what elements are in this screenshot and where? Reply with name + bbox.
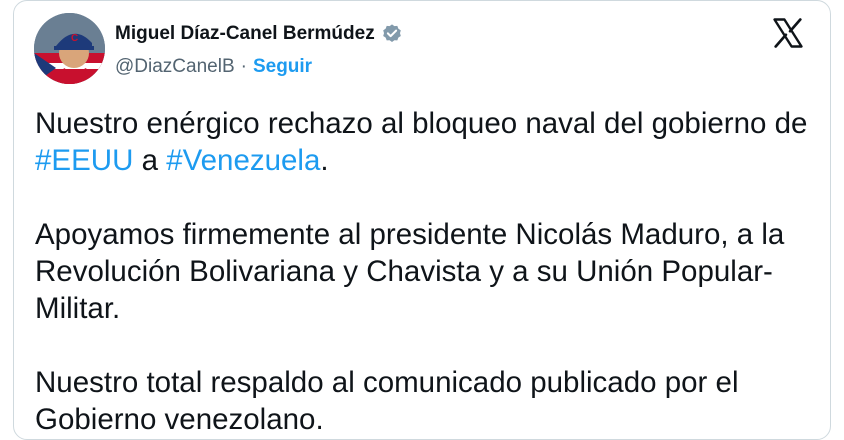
tweet-paragraph-2: Apoyamos firmemente al presidente Nicolá… — [35, 218, 785, 325]
tweet-paragraph-1: Nuestro enérgico rechazo al bloqueo nava… — [35, 105, 825, 179]
tweet-body: Nuestro enérgico rechazo al bloqueo nava… — [35, 105, 825, 438]
author-name-row: Miguel Díaz-Canel Bermúdez — [115, 21, 403, 47]
tweet-text-segment: . — [320, 144, 329, 177]
svg-text:C: C — [71, 33, 78, 44]
avatar-image: C — [34, 13, 105, 84]
author-display-name[interactable]: Miguel Díaz-Canel Bermúdez — [115, 23, 375, 45]
hashtag-link-eeuu[interactable]: #EEUU — [35, 144, 133, 177]
author-handle-row: @DiazCanelB · Seguir — [115, 56, 312, 78]
tweet-text-segment: a — [133, 144, 167, 177]
author-handle[interactable]: @DiazCanelB — [115, 56, 235, 78]
hashtag-link-venezuela[interactable]: #Venezuela — [166, 144, 320, 177]
avatar[interactable]: C — [34, 13, 105, 84]
x-logo-icon[interactable] — [770, 15, 806, 51]
separator-dot: · — [240, 56, 247, 77]
tweet-text-segment: Nuestro enérgico rechazo al bloqueo nava… — [35, 107, 808, 140]
follow-button[interactable]: Seguir — [253, 56, 312, 78]
verified-badge-icon — [381, 23, 403, 45]
tweet-card: C Miguel Díaz-Canel Bermúdez @DiazCanelB… — [13, 0, 831, 440]
tweet-paragraph-3: Nuestro total respaldo al comunicado pub… — [35, 366, 739, 436]
